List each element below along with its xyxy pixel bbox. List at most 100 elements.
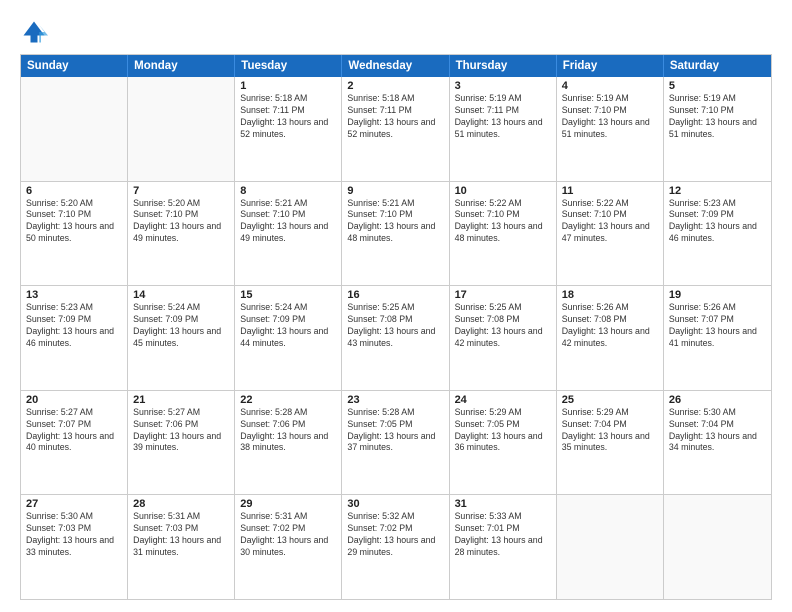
day-info: Sunrise: 5:30 AM Sunset: 7:04 PM Dayligh… — [669, 407, 766, 455]
day-info: Sunrise: 5:18 AM Sunset: 7:11 PM Dayligh… — [347, 93, 443, 141]
day-info: Sunrise: 5:23 AM Sunset: 7:09 PM Dayligh… — [26, 302, 122, 350]
day-number: 24 — [455, 394, 551, 406]
day-cell-16: 16Sunrise: 5:25 AM Sunset: 7:08 PM Dayli… — [342, 286, 449, 390]
day-info: Sunrise: 5:24 AM Sunset: 7:09 PM Dayligh… — [240, 302, 336, 350]
day-number: 10 — [455, 185, 551, 197]
day-number: 25 — [562, 394, 658, 406]
day-info: Sunrise: 5:21 AM Sunset: 7:10 PM Dayligh… — [347, 198, 443, 246]
day-number: 3 — [455, 80, 551, 92]
day-cell-9: 9Sunrise: 5:21 AM Sunset: 7:10 PM Daylig… — [342, 182, 449, 286]
day-info: Sunrise: 5:24 AM Sunset: 7:09 PM Dayligh… — [133, 302, 229, 350]
day-info: Sunrise: 5:19 AM Sunset: 7:11 PM Dayligh… — [455, 93, 551, 141]
day-number: 6 — [26, 185, 122, 197]
day-cell-11: 11Sunrise: 5:22 AM Sunset: 7:10 PM Dayli… — [557, 182, 664, 286]
day-cell-22: 22Sunrise: 5:28 AM Sunset: 7:06 PM Dayli… — [235, 391, 342, 495]
day-cell-6: 6Sunrise: 5:20 AM Sunset: 7:10 PM Daylig… — [21, 182, 128, 286]
header-cell-saturday: Saturday — [664, 55, 771, 77]
calendar-body: 1 Sunrise: 5:18 AM Sunset: 7:11 PM Daylig… — [21, 77, 771, 599]
day-cell-4: 4Sunrise: 5:19 AM Sunset: 7:10 PM Daylig… — [557, 77, 664, 181]
day-cell-7: 7Sunrise: 5:20 AM Sunset: 7:10 PM Daylig… — [128, 182, 235, 286]
day-number: 9 — [347, 185, 443, 197]
header-cell-monday: Monday — [128, 55, 235, 77]
day-cell-8: 8Sunrise: 5:21 AM Sunset: 7:10 PM Daylig… — [235, 182, 342, 286]
empty-cell — [128, 77, 235, 181]
empty-cell — [21, 77, 128, 181]
day-cell-2: 2Sunrise: 5:18 AM Sunset: 7:11 PM Daylig… — [342, 77, 449, 181]
day-cell-13: 13Sunrise: 5:23 AM Sunset: 7:09 PM Dayli… — [21, 286, 128, 390]
day-info: Sunrise: 5:28 AM Sunset: 7:05 PM Dayligh… — [347, 407, 443, 455]
day-cell-26: 26Sunrise: 5:30 AM Sunset: 7:04 PM Dayli… — [664, 391, 771, 495]
header-cell-friday: Friday — [557, 55, 664, 77]
day-number: 4 — [562, 80, 658, 92]
day-number: 1 — [240, 80, 336, 92]
day-info: Sunrise: 5:29 AM Sunset: 7:04 PM Dayligh… — [562, 407, 658, 455]
day-cell-3: 3Sunrise: 5:19 AM Sunset: 7:11 PM Daylig… — [450, 77, 557, 181]
day-cell-28: 28Sunrise: 5:31 AM Sunset: 7:03 PM Dayli… — [128, 495, 235, 599]
calendar: SundayMondayTuesdayWednesdayThursdayFrid… — [20, 54, 772, 600]
day-number: 19 — [669, 289, 766, 301]
header-cell-wednesday: Wednesday — [342, 55, 449, 77]
day-info: Sunrise: 5:27 AM Sunset: 7:07 PM Dayligh… — [26, 407, 122, 455]
day-info: Sunrise: 5:28 AM Sunset: 7:06 PM Dayligh… — [240, 407, 336, 455]
logo-icon — [20, 18, 48, 46]
calendar-row-5: 27Sunrise: 5:30 AM Sunset: 7:03 PM Dayli… — [21, 494, 771, 599]
day-number: 30 — [347, 498, 443, 510]
day-info: Sunrise: 5:19 AM Sunset: 7:10 PM Dayligh… — [669, 93, 766, 141]
day-number: 5 — [669, 80, 766, 92]
day-cell-31: 31Sunrise: 5:33 AM Sunset: 7:01 PM Dayli… — [450, 495, 557, 599]
day-info: Sunrise: 5:31 AM Sunset: 7:02 PM Dayligh… — [240, 511, 336, 559]
day-info: Sunrise: 5:26 AM Sunset: 7:07 PM Dayligh… — [669, 302, 766, 350]
day-number: 20 — [26, 394, 122, 406]
day-cell-12: 12Sunrise: 5:23 AM Sunset: 7:09 PM Dayli… — [664, 182, 771, 286]
day-info: Sunrise: 5:32 AM Sunset: 7:02 PM Dayligh… — [347, 511, 443, 559]
day-number: 26 — [669, 394, 766, 406]
day-number: 15 — [240, 289, 336, 301]
day-cell-24: 24Sunrise: 5:29 AM Sunset: 7:05 PM Dayli… — [450, 391, 557, 495]
day-cell-5: 5Sunrise: 5:19 AM Sunset: 7:10 PM Daylig… — [664, 77, 771, 181]
day-number: 22 — [240, 394, 336, 406]
day-number: 13 — [26, 289, 122, 301]
calendar-row-1: 1 Sunrise: 5:18 AM Sunset: 7:11 PM Daylig… — [21, 77, 771, 181]
calendar-row-3: 13Sunrise: 5:23 AM Sunset: 7:09 PM Dayli… — [21, 285, 771, 390]
header — [20, 18, 772, 46]
day-number: 8 — [240, 185, 336, 197]
day-number: 28 — [133, 498, 229, 510]
day-cell-30: 30Sunrise: 5:32 AM Sunset: 7:02 PM Dayli… — [342, 495, 449, 599]
day-info: Sunrise: 5:25 AM Sunset: 7:08 PM Dayligh… — [347, 302, 443, 350]
day-number: 23 — [347, 394, 443, 406]
day-number: 29 — [240, 498, 336, 510]
day-number: 27 — [26, 498, 122, 510]
day-number: 7 — [133, 185, 229, 197]
day-cell-1: 1Sunrise: 5:18 AM Sunset: 7:11 PM Daylig… — [235, 77, 342, 181]
day-number: 12 — [669, 185, 766, 197]
day-number: 16 — [347, 289, 443, 301]
day-info: Sunrise: 5:33 AM Sunset: 7:01 PM Dayligh… — [455, 511, 551, 559]
calendar-row-4: 20Sunrise: 5:27 AM Sunset: 7:07 PM Dayli… — [21, 390, 771, 495]
calendar-row-2: 6Sunrise: 5:20 AM Sunset: 7:10 PM Daylig… — [21, 181, 771, 286]
day-cell-23: 23Sunrise: 5:28 AM Sunset: 7:05 PM Dayli… — [342, 391, 449, 495]
day-number: 17 — [455, 289, 551, 301]
day-info: Sunrise: 5:27 AM Sunset: 7:06 PM Dayligh… — [133, 407, 229, 455]
day-info: Sunrise: 5:19 AM Sunset: 7:10 PM Dayligh… — [562, 93, 658, 141]
day-cell-10: 10Sunrise: 5:22 AM Sunset: 7:10 PM Dayli… — [450, 182, 557, 286]
day-cell-20: 20Sunrise: 5:27 AM Sunset: 7:07 PM Dayli… — [21, 391, 128, 495]
day-info: Sunrise: 5:26 AM Sunset: 7:08 PM Dayligh… — [562, 302, 658, 350]
day-info: Sunrise: 5:25 AM Sunset: 7:08 PM Dayligh… — [455, 302, 551, 350]
day-cell-15: 15Sunrise: 5:24 AM Sunset: 7:09 PM Dayli… — [235, 286, 342, 390]
day-cell-17: 17Sunrise: 5:25 AM Sunset: 7:08 PM Dayli… — [450, 286, 557, 390]
day-cell-19: 19Sunrise: 5:26 AM Sunset: 7:07 PM Dayli… — [664, 286, 771, 390]
header-cell-thursday: Thursday — [450, 55, 557, 77]
day-info: Sunrise: 5:29 AM Sunset: 7:05 PM Dayligh… — [455, 407, 551, 455]
day-info: Sunrise: 5:30 AM Sunset: 7:03 PM Dayligh… — [26, 511, 122, 559]
day-info: Sunrise: 5:23 AM Sunset: 7:09 PM Dayligh… — [669, 198, 766, 246]
day-number: 2 — [347, 80, 443, 92]
header-cell-sunday: Sunday — [21, 55, 128, 77]
day-number: 11 — [562, 185, 658, 197]
empty-cell — [557, 495, 664, 599]
header-cell-tuesday: Tuesday — [235, 55, 342, 77]
day-info: Sunrise: 5:22 AM Sunset: 7:10 PM Dayligh… — [455, 198, 551, 246]
day-info: Sunrise: 5:21 AM Sunset: 7:10 PM Dayligh… — [240, 198, 336, 246]
day-number: 31 — [455, 498, 551, 510]
day-cell-14: 14Sunrise: 5:24 AM Sunset: 7:09 PM Dayli… — [128, 286, 235, 390]
day-cell-29: 29Sunrise: 5:31 AM Sunset: 7:02 PM Dayli… — [235, 495, 342, 599]
